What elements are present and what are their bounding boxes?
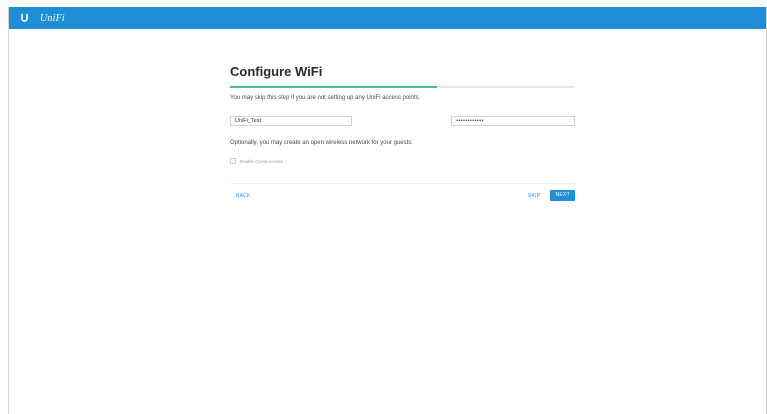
divider: [230, 183, 575, 184]
guest-access-row[interactable]: Enable Guest Access: [230, 157, 575, 165]
next-button[interactable]: NEXT: [550, 190, 575, 201]
configure-wifi-panel: Configure WiFi You may skip this step if…: [230, 64, 575, 201]
skip-button[interactable]: SKIP: [528, 193, 541, 199]
guest-network-text: Optionally, you may create an open wirel…: [230, 140, 413, 146]
progress-bar-fill: [230, 86, 437, 88]
brand-name: UniFi: [40, 12, 65, 24]
wifi-fields: UniFi_Test ••••••••••••: [230, 116, 575, 126]
back-button[interactable]: BACK: [236, 193, 251, 199]
ssid-input[interactable]: UniFi_Test: [230, 116, 352, 126]
progress-bar: [230, 86, 575, 88]
ubiquiti-u-icon[interactable]: [18, 12, 30, 24]
wizard-footer: BACK SKIP NEXT: [230, 190, 575, 201]
page-title: Configure WiFi: [230, 64, 323, 79]
guest-access-label[interactable]: Enable Guest Access: [240, 159, 283, 164]
skip-hint-text: You may skip this step if you are not se…: [230, 95, 421, 101]
top-bar: UniFi: [9, 7, 766, 29]
app-window: UniFi Configure WiFi You may skip this s…: [8, 7, 767, 414]
guest-access-checkbox[interactable]: [230, 158, 236, 164]
password-input[interactable]: ••••••••••••: [451, 116, 575, 126]
